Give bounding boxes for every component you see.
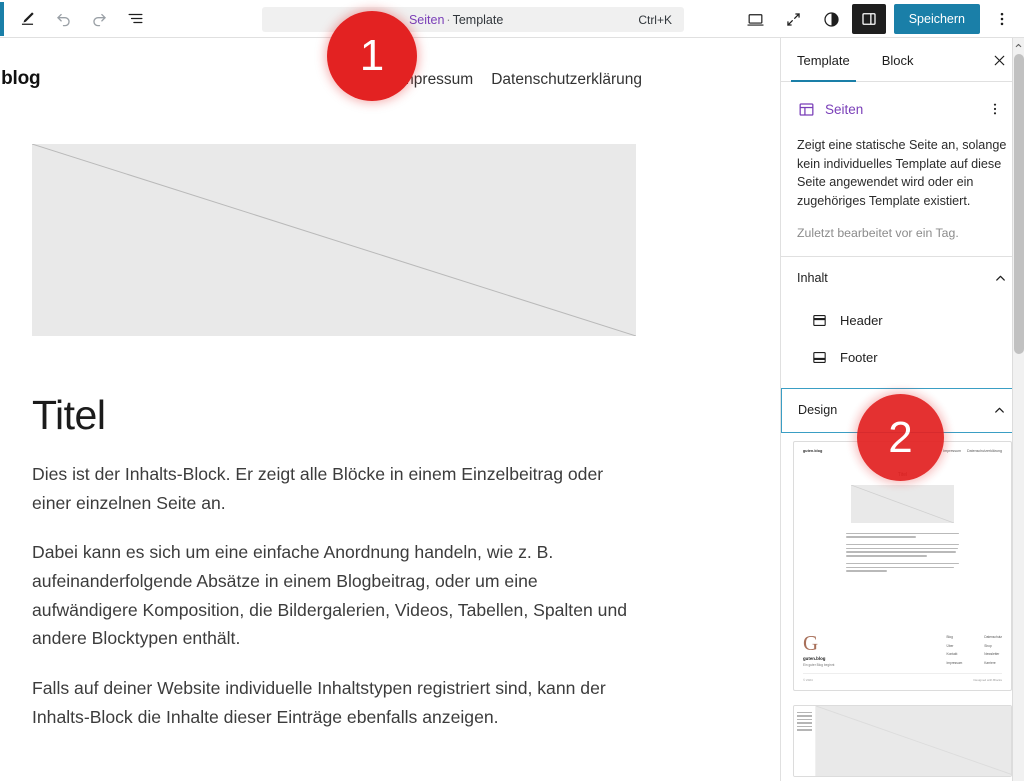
sidebar-item-label: Header	[840, 312, 883, 328]
template-icon	[797, 100, 816, 119]
command-bar-label: Seiten · Template	[274, 13, 638, 27]
settings-sidebar-toggle-icon[interactable]	[851, 4, 886, 34]
post-title[interactable]: Titel	[32, 392, 736, 439]
thumbnail-paragraph	[846, 543, 959, 557]
more-options-kebab-icon[interactable]	[984, 2, 1020, 36]
editor-canvas[interactable]: .blog Impressum Datenschutzerklärung Tit…	[0, 38, 768, 781]
device-preview-icon[interactable]	[738, 2, 774, 36]
site-header: .blog Impressum Datenschutzerklärung	[0, 38, 768, 100]
template-preview-thumbnail[interactable]: guten.blog Impressum Datenschutzerklärun…	[793, 440, 1012, 691]
canvas-scrollbar[interactable]	[1012, 38, 1024, 781]
thumbnail-footer-bottom: © 2024 Designed with Blocks	[803, 672, 1002, 682]
thumbnail-footer-link: Newsletter	[984, 652, 1000, 656]
nav-link-datenschutz[interactable]: Datenschutzerklärung	[491, 71, 642, 89]
thumbnail-footer-name: guten.blog	[803, 655, 826, 661]
template-info-section: Seiten Zeigt eine statische Seite an, so…	[781, 82, 1024, 256]
close-icon[interactable]	[982, 38, 1016, 82]
sidebar-item-header[interactable]: Header	[797, 302, 1008, 339]
logo-g-icon: G	[803, 630, 819, 655]
site-logo[interactable]: .blog	[0, 68, 41, 90]
thumbnail-footer-row: G guten.blog Ein guter Blog beginnt Blog…	[803, 630, 1002, 667]
panel-label-inhalt: Inhalt	[797, 271, 828, 285]
styles-contrast-icon[interactable]	[814, 2, 850, 36]
thumbnail-image-placeholder	[851, 484, 954, 523]
scrollbar-thumb[interactable]	[1014, 54, 1024, 354]
thumbnail-footer-link: Datenschutz	[984, 635, 1002, 639]
canvas-content: Titel Dies ist der Inhalts-Block. Er zei…	[0, 144, 768, 731]
header-icon	[811, 312, 828, 329]
panel-header-inhalt[interactable]: Inhalt	[781, 255, 1024, 300]
nav-link-impressum[interactable]: Impressum	[397, 71, 474, 89]
template-preview-thumbnail-secondary[interactable]	[793, 704, 1012, 777]
panel-label-design: Design	[798, 403, 838, 417]
post-paragraph-1[interactable]: Dies ist der Inhalts-Block. Er zeigt all…	[32, 460, 632, 517]
toolbar-right-group: Speichern	[738, 0, 1020, 38]
thumbnail-secondary-rail	[794, 705, 816, 776]
thumbnail-paragraph	[846, 562, 959, 572]
command-bar-breadcrumb: Seiten	[408, 12, 445, 27]
thumbnail-page: guten.blog Impressum Datenschutzerklärun…	[794, 442, 1011, 690]
thumbnail-logo: guten.blog	[803, 448, 823, 453]
template-last-edited: Zuletzt bearbeitet vor ein Tag.	[797, 225, 959, 240]
post-paragraph-3[interactable]: Falls auf deiner Website individuelle In…	[32, 674, 632, 731]
sidebar-item-label: Footer	[840, 349, 878, 365]
thumbnail-footer-link: Impressum	[946, 660, 963, 665]
template-actions-kebab-icon[interactable]	[982, 96, 1008, 122]
scrollbar-up-arrow-icon[interactable]	[1013, 38, 1024, 52]
thumbnail-title: Titel	[897, 471, 908, 478]
undo-icon[interactable]	[45, 2, 81, 36]
thumbnail-footer: G guten.blog Ein guter Blog beginnt Blog…	[803, 630, 1002, 682]
toolbar-left-group	[0, 0, 153, 38]
thumbnail-footer-tagline: Ein guter Blog beginnt	[803, 662, 835, 667]
chevron-up-icon	[992, 403, 1007, 418]
panel-header-design[interactable]: Design	[781, 387, 1024, 433]
design-previews: guten.blog Impressum Datenschutzerklärun…	[781, 433, 1024, 777]
command-bar-shortcut: Ctrl+K	[638, 12, 672, 27]
thumbnail-copyright: © 2024	[803, 677, 813, 682]
redo-icon[interactable]	[81, 2, 117, 36]
thumbnail-secondary-canvas	[816, 705, 1011, 776]
command-bar-separator: ·	[446, 12, 451, 27]
site-editor-app: Seiten · Template Ctrl+K Speichern .blog…	[0, 0, 1024, 781]
post-paragraph-2[interactable]: Dabei kann es sich um eine einfache Anor…	[32, 538, 632, 653]
template-description: Zeigt eine statische Seite an, solange k…	[797, 138, 1007, 208]
thumbnail-footer-column: Datenschutz Shop Newsletter Karriere	[984, 635, 1002, 665]
featured-image-placeholder[interactable]	[32, 144, 636, 336]
template-name[interactable]: Seiten	[825, 102, 863, 117]
thumbnail-footer-columns: Blog Über Kontakt Impressum Datenschutz …	[947, 635, 1002, 667]
thumbnail-nav-link: Impressum	[943, 448, 962, 453]
list-view-icon[interactable]	[117, 2, 153, 36]
thumbnail-footer-link: Karriere	[984, 660, 996, 665]
save-button[interactable]: Speichern	[893, 4, 980, 34]
thumbnail-body-text	[846, 532, 959, 572]
thumbnail-nav: Impressum Datenschutzerklärung	[943, 449, 1002, 453]
edit-pencil-icon[interactable]	[9, 2, 45, 36]
site-navigation: Impressum Datenschutzerklärung	[397, 71, 642, 89]
thumbnail-secondary-inner	[794, 705, 1011, 776]
thumbnail-paragraph	[846, 532, 959, 538]
chevron-up-icon	[993, 271, 1008, 286]
footer-icon	[811, 349, 828, 366]
content-panel-items: Header Footer	[781, 300, 1024, 388]
fullscreen-icon[interactable]	[776, 2, 812, 36]
tab-template[interactable]: Template	[781, 38, 866, 82]
thumbnail-header: guten.blog Impressum Datenschutzerklärun…	[803, 449, 1002, 453]
settings-sidebar: Template Block Seiten Zeigt eine statisc…	[780, 38, 1024, 781]
command-bar-title: Template	[452, 12, 504, 27]
thumbnail-footer-link: Über	[946, 643, 954, 648]
thumbnail-footer-link: Blog	[946, 635, 953, 639]
template-title-row: Seiten	[797, 96, 1008, 122]
thumbnail-footer-brand: G guten.blog Ein guter Blog beginnt	[803, 630, 835, 667]
thumbnail-nav-link: Datenschutzerklärung	[967, 448, 1002, 453]
command-bar[interactable]: Seiten · Template Ctrl+K	[262, 7, 684, 32]
thumbnail-footer-link: Kontakt	[946, 652, 958, 656]
sidebar-tabs: Template Block	[781, 38, 1024, 82]
editor-toolbar: Seiten · Template Ctrl+K Speichern	[0, 0, 1024, 38]
toolbar-accent-bar	[0, 1, 4, 36]
thumbnail-footer-link: Shop	[984, 643, 992, 648]
tab-block[interactable]: Block	[866, 38, 930, 82]
thumbnail-footer-column: Blog Über Kontakt Impressum	[947, 635, 963, 665]
thumbnail-credit: Designed with Blocks	[973, 677, 1002, 682]
sidebar-item-footer[interactable]: Footer	[797, 339, 1008, 376]
